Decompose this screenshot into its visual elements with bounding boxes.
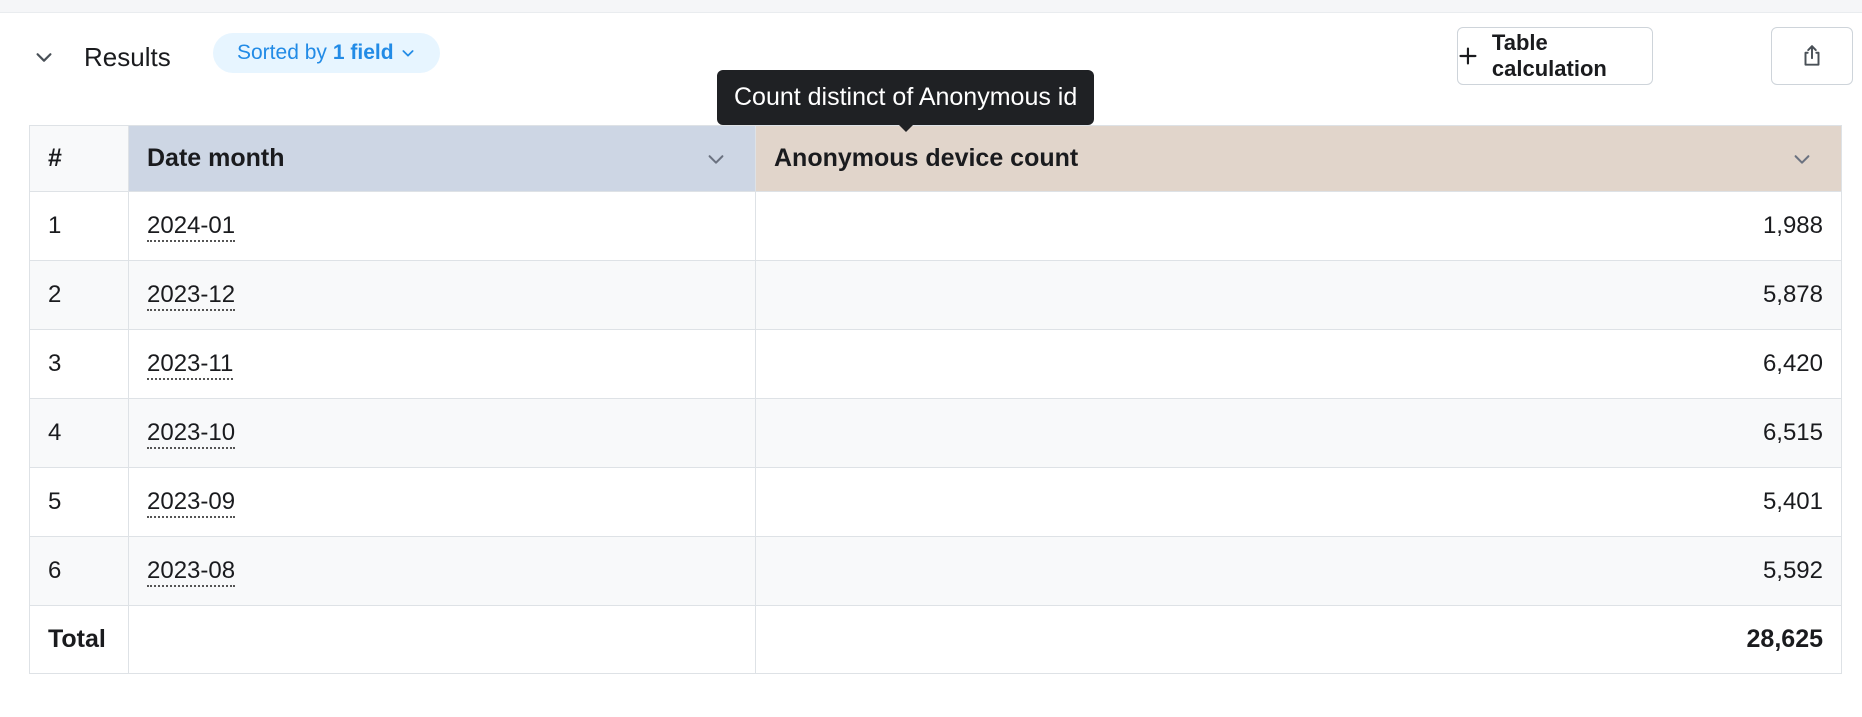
results-table: # Date month Anonymous device count 1 20… [29, 125, 1842, 674]
date-value[interactable]: 2023-12 [147, 281, 236, 311]
results-title: Results [84, 42, 171, 72]
chevron-down-icon[interactable] [1791, 148, 1813, 170]
table-row: 6 2023-08 5,592 [29, 536, 1842, 606]
share-icon [1804, 45, 1820, 66]
collapse-button[interactable] [28, 41, 60, 73]
date-value[interactable]: 2023-08 [147, 557, 236, 587]
count-cell[interactable]: 1,988 [755, 191, 1842, 261]
header-index: # [29, 125, 129, 192]
row-index: 4 [29, 398, 129, 468]
date-value[interactable]: 2023-11 [147, 350, 234, 380]
count-cell[interactable]: 6,515 [755, 398, 1842, 468]
count-cell[interactable]: 5,592 [755, 536, 1842, 606]
date-cell[interactable]: 2023-08 [128, 536, 756, 606]
count-cell[interactable]: 6,420 [755, 329, 1842, 399]
table-row: 1 2024-01 1,988 [29, 191, 1842, 261]
header-anonymous-device-count[interactable]: Anonymous device count [755, 125, 1842, 192]
date-value[interactable]: 2024-01 [147, 212, 236, 242]
table-row: 4 2023-10 6,515 [29, 398, 1842, 468]
table-header-row: # Date month Anonymous device count [29, 125, 1842, 192]
header-date-month[interactable]: Date month [128, 125, 756, 192]
date-value[interactable]: 2023-09 [147, 488, 236, 518]
row-index: 1 [29, 191, 129, 261]
row-index: 3 [29, 329, 129, 399]
count-cell[interactable]: 5,878 [755, 260, 1842, 330]
date-cell[interactable]: 2023-11 [128, 329, 756, 399]
table-calculation-button[interactable]: Table calculation [1457, 27, 1653, 85]
date-cell[interactable]: 2023-12 [128, 260, 756, 330]
chevron-down-icon[interactable] [705, 148, 727, 170]
date-cell[interactable]: 2023-10 [128, 398, 756, 468]
count-cell[interactable]: 5,401 [755, 467, 1842, 537]
sort-count: 1 field [332, 41, 394, 64]
total-row: Total 28,625 [29, 605, 1842, 674]
table-calculation-label: Table calculation [1491, 30, 1607, 81]
table-row: 3 2023-11 6,420 [29, 329, 1842, 399]
header-date-month-label: Date month [147, 144, 285, 172]
date-cell[interactable]: 2024-01 [128, 191, 756, 261]
header-anonymous-device-count-label: Anonymous device count [774, 144, 1079, 172]
sort-prefix: Sorted by [237, 41, 327, 64]
total-label: Total [29, 605, 129, 674]
table-row: 5 2023-09 5,401 [29, 467, 1842, 537]
chevron-down-icon [36, 53, 52, 62]
row-index: 2 [29, 260, 129, 330]
date-value[interactable]: 2023-10 [147, 419, 236, 449]
date-cell[interactable]: 2023-09 [128, 467, 756, 537]
total-value: 28,625 [755, 605, 1842, 674]
plus-icon [1459, 47, 1477, 65]
share-button[interactable] [1771, 27, 1853, 85]
row-index: 5 [29, 467, 129, 537]
chevron-down-icon [402, 50, 414, 57]
table-row: 2 2023-12 5,878 [29, 260, 1842, 330]
column-tooltip: Count distinct of Anonymous id [717, 70, 1095, 132]
results-panel: Results Sorted by 1 field Table calculat… [0, 12, 1862, 717]
sort-badge[interactable]: Sorted by 1 field [213, 33, 440, 73]
total-empty-cell [128, 605, 756, 674]
row-index: 6 [29, 536, 129, 606]
